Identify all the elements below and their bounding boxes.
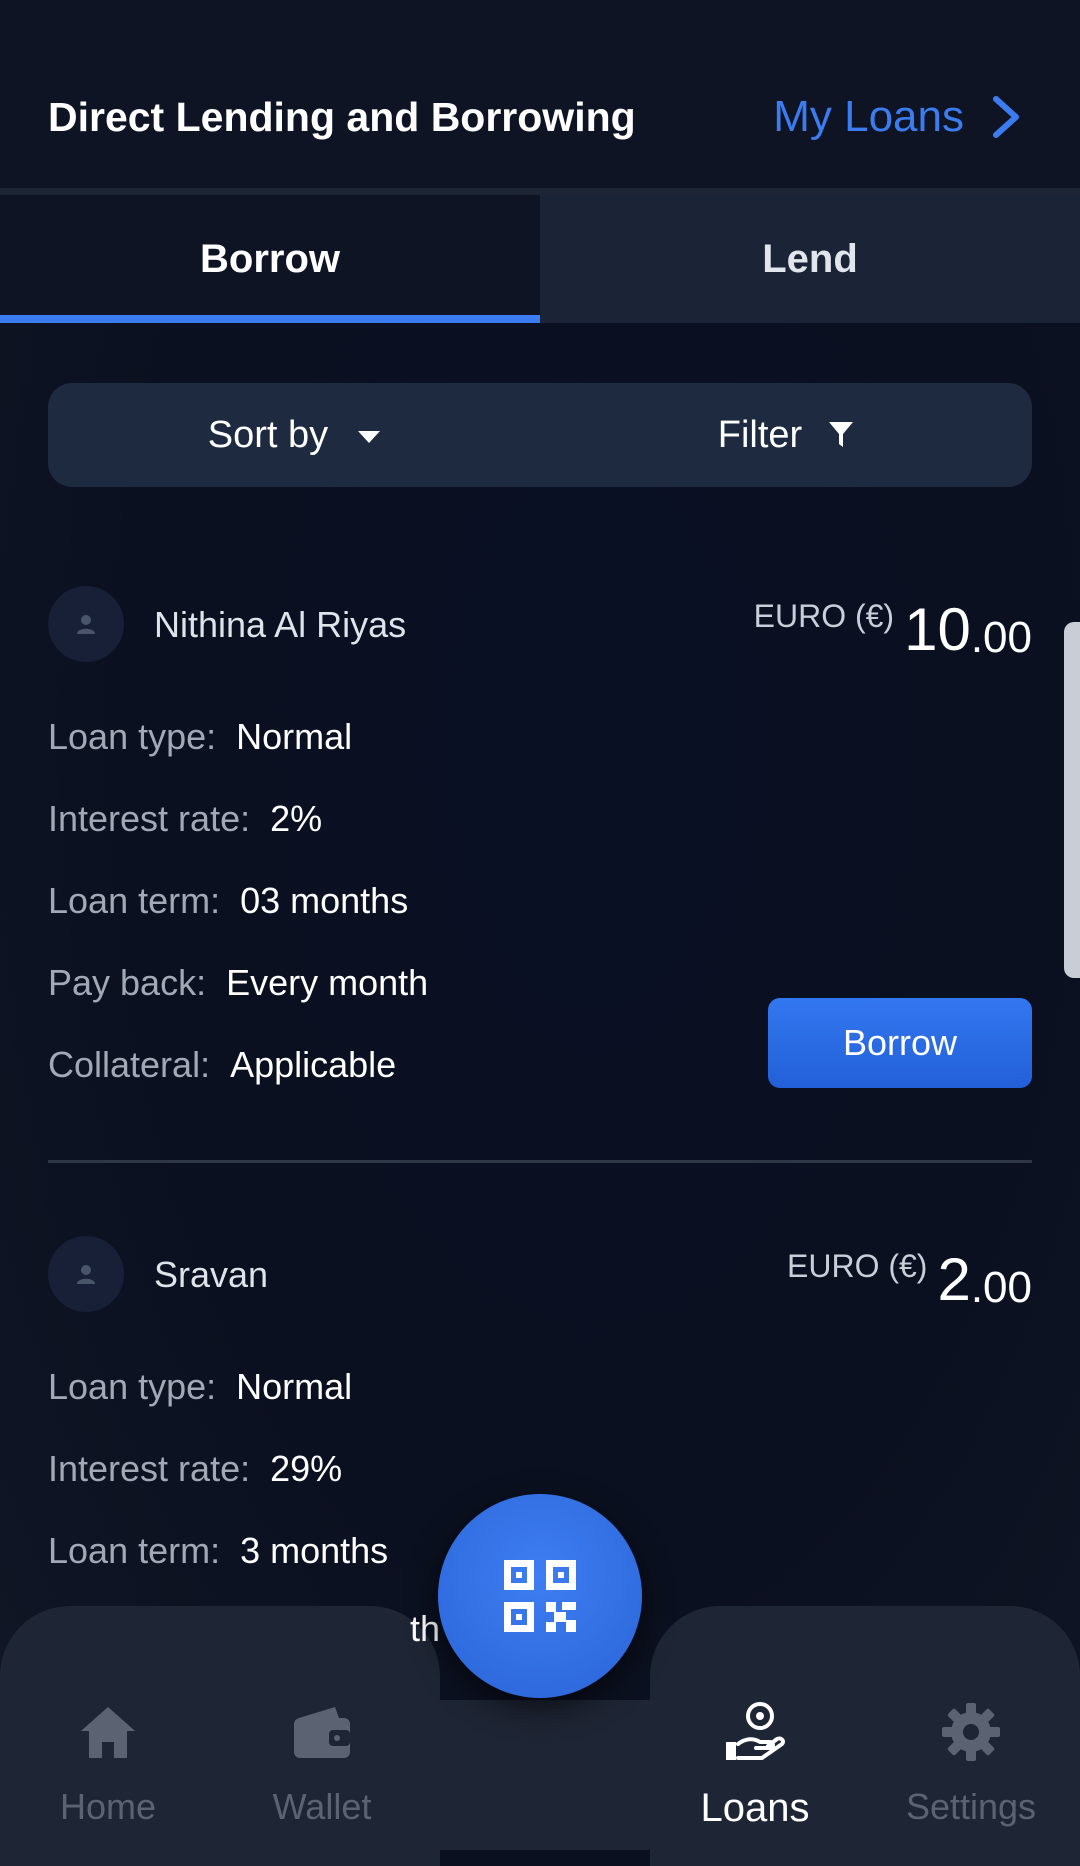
field-value: Applicable xyxy=(230,1044,397,1085)
filter-button[interactable]: Filter xyxy=(540,414,1032,457)
my-loans-label: My Loans xyxy=(773,92,964,141)
loans-icon xyxy=(726,1702,786,1760)
interest-rate-row: Interest rate: 29% xyxy=(48,1448,342,1490)
avatar xyxy=(48,586,124,662)
field-value: Normal xyxy=(236,1366,353,1407)
tab-lend[interactable]: Lend xyxy=(540,195,1080,323)
currency-label: EURO (€) xyxy=(753,598,895,634)
nav-home[interactable]: Home xyxy=(8,1700,208,1828)
caret-down-icon xyxy=(358,431,381,443)
card-divider xyxy=(48,1160,1032,1163)
filter-icon xyxy=(829,422,854,447)
field-label: Loan term: xyxy=(48,1530,221,1571)
page-title: Direct Lending and Borrowing xyxy=(48,94,636,140)
partially-hidden-text: th xyxy=(410,1608,441,1649)
nav-home-label: Home xyxy=(59,1786,157,1827)
field-value: Normal xyxy=(236,716,353,757)
gear-icon xyxy=(942,1703,1000,1761)
loan-type-row: Loan type: Normal xyxy=(48,716,352,758)
field-label: Loan type: xyxy=(48,1366,217,1407)
field-label: Interest rate: xyxy=(48,798,251,839)
app-header: Direct Lending and Borrowing My Loans xyxy=(0,0,1080,188)
qr-scan-button[interactable] xyxy=(438,1494,642,1698)
nav-loans-label: Loans xyxy=(700,1786,810,1830)
tab-bar: Borrow Lend xyxy=(0,195,1080,323)
nav-settings-label: Settings xyxy=(905,1786,1037,1827)
field-value: 2% xyxy=(270,798,323,839)
field-label: Interest rate: xyxy=(48,1448,251,1489)
user-icon xyxy=(77,615,95,634)
field-label: Pay back: xyxy=(48,962,207,1003)
loan-term-row: Loan term: 3 months xyxy=(48,1530,388,1572)
loan-amount: EURO (€) 2 .00 xyxy=(787,1236,1032,1310)
loan-term-row: Loan term: 03 months xyxy=(48,880,408,922)
nav-settings[interactable]: Settings xyxy=(871,1700,1071,1828)
chevron-right-icon xyxy=(993,96,1019,138)
scrollbar-handle[interactable] xyxy=(1064,622,1080,978)
my-loans-link[interactable]: My Loans xyxy=(773,92,1022,142)
tab-lend-label: Lend xyxy=(762,236,858,281)
field-value: 29% xyxy=(270,1448,343,1489)
field-label: Loan type: xyxy=(48,716,217,757)
currency-label: EURO (€) xyxy=(787,1248,928,1284)
field-label: Collateral: xyxy=(48,1044,211,1085)
field-value: 3 months xyxy=(240,1530,389,1571)
collateral-row: Collateral: Applicable xyxy=(48,1044,396,1086)
borrow-button[interactable]: Borrow xyxy=(768,998,1032,1088)
tab-borrow[interactable]: Borrow xyxy=(0,195,540,323)
nav-wallet-label: Wallet xyxy=(272,1786,372,1827)
amount-decimal: .00 xyxy=(970,613,1032,662)
nav-loans[interactable]: Loans xyxy=(655,1700,855,1831)
tab-borrow-label: Borrow xyxy=(200,236,340,281)
loan-type-row: Loan type: Normal xyxy=(48,1366,352,1408)
filter-label: Filter xyxy=(717,413,803,456)
home-icon xyxy=(81,1707,135,1758)
field-value: 03 months xyxy=(240,880,409,921)
user-icon xyxy=(77,1265,95,1284)
active-tab-indicator xyxy=(0,315,540,323)
lender-name: Sravan xyxy=(154,1254,269,1295)
bottom-nav-center-panel xyxy=(420,1700,670,1850)
amount-integer: 2 xyxy=(937,1246,971,1313)
field-label: Loan term: xyxy=(48,880,221,921)
pay-back-row: Pay back: Every month xyxy=(48,962,428,1004)
interest-rate-row: Interest rate: 2% xyxy=(48,798,322,840)
field-value: Every month xyxy=(226,962,429,1003)
loan-amount: EURO (€) 10 .00 xyxy=(754,586,1032,660)
nav-wallet[interactable]: Wallet xyxy=(222,1700,422,1828)
amount-decimal: .00 xyxy=(970,1263,1032,1312)
lender-name: Nithina Al Riyas xyxy=(154,604,407,645)
header-divider xyxy=(0,188,1080,195)
amount-integer: 10 xyxy=(904,596,971,663)
sort-filter-bar: Sort by Filter xyxy=(48,383,1032,487)
sort-by-label: Sort by xyxy=(207,413,329,456)
avatar xyxy=(48,1236,124,1312)
sort-by-button[interactable]: Sort by xyxy=(48,414,540,457)
qr-code-icon xyxy=(504,1560,576,1632)
loan-card: Nithina Al Riyas EURO (€) 10 .00 Loan ty… xyxy=(48,586,1032,1106)
wallet-icon xyxy=(294,1707,350,1758)
